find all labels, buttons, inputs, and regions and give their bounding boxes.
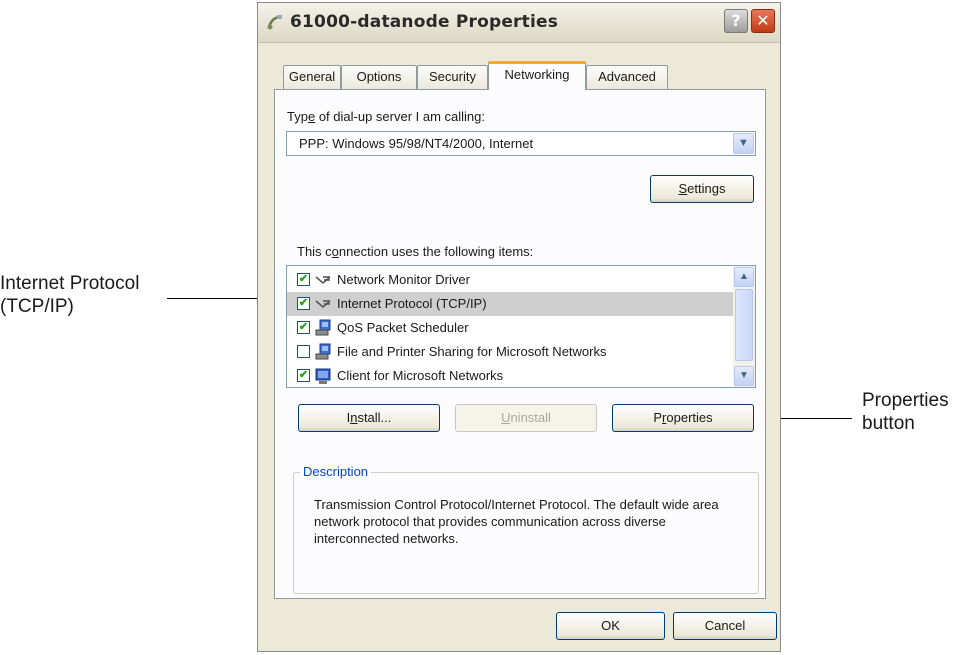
cancel-button[interactable]: Cancel — [673, 612, 777, 640]
scroll-down-button[interactable]: ▼ — [734, 366, 754, 386]
dialup-server-select[interactable]: PPP: Windows 95/98/NT4/2000, Internet ▼ — [286, 131, 756, 156]
checkbox-checked[interactable]: ✔ — [297, 297, 310, 310]
checkbox-checked[interactable]: ✔ — [297, 273, 310, 286]
scroll-thumb[interactable] — [735, 289, 753, 361]
list-item-file-printer-sharing[interactable]: File and Printer Sharing for Microsoft N… — [287, 340, 733, 364]
uninstall-button[interactable]: Uninstall — [455, 404, 597, 432]
close-button[interactable]: ✕ — [751, 9, 775, 33]
list-item-network-monitor-driver[interactable]: ✔ Network Monitor Driver — [287, 268, 733, 292]
title-bar[interactable]: 61000-datanode Properties ? ✕ — [258, 3, 780, 43]
settings-button[interactable]: Settings — [650, 175, 754, 203]
network-protocol-icon — [315, 300, 331, 309]
help-button[interactable]: ? — [724, 9, 748, 33]
chevron-down-icon[interactable]: ▼ — [733, 133, 754, 154]
network-client-icon — [315, 368, 331, 384]
properties-button[interactable]: Properties — [612, 404, 754, 432]
description-text: Transmission Control Protocol/Internet P… — [314, 497, 719, 546]
close-icon: ✕ — [756, 11, 770, 30]
install-button[interactable]: Install... — [298, 404, 440, 432]
network-service-icon — [315, 319, 331, 336]
list-item-client-microsoft-networks[interactable]: ✔ Client for Microsoft Networks — [287, 364, 733, 387]
dialup-connection-icon — [267, 15, 282, 30]
callout-internet-protocol: Internet Protocol (TCP/IP) — [0, 273, 140, 317]
list-item-qos-packet-scheduler[interactable]: ✔ QoS Packet Scheduler — [287, 316, 733, 340]
tab-options[interactable]: Options — [341, 65, 417, 89]
checkbox-unchecked[interactable] — [297, 345, 310, 358]
tab-security[interactable]: Security — [417, 65, 488, 89]
tab-general[interactable]: General — [283, 65, 341, 89]
description-title: Description — [300, 464, 372, 479]
tab-advanced[interactable]: Advanced — [586, 65, 668, 89]
network-service-icon — [315, 343, 331, 360]
dialup-server-value: PPP: Windows 95/98/NT4/2000, Internet — [299, 136, 534, 151]
connection-items-list[interactable]: ✔ Network Monitor Driver ✔ Internet Prot… — [286, 265, 756, 388]
list-scrollbar[interactable]: ▲ ▼ — [733, 266, 755, 387]
checkbox-checked[interactable]: ✔ — [297, 321, 310, 334]
network-protocol-icon — [315, 276, 331, 285]
checkbox-checked[interactable]: ✔ — [297, 369, 310, 382]
dialup-server-label: Type of dial-up server I am calling: — [287, 109, 485, 124]
tab-networking[interactable]: Networking — [488, 61, 586, 90]
connection-items-label: This connection uses the following items… — [297, 244, 534, 259]
callout-properties-button: Properties button — [862, 390, 949, 434]
list-item-internet-protocol[interactable]: ✔ Internet Protocol (TCP/IP) — [287, 292, 733, 316]
scroll-up-button[interactable]: ▲ — [734, 267, 754, 287]
ok-button[interactable]: OK — [556, 612, 665, 640]
window-title: 61000-datanode Properties — [290, 12, 559, 32]
